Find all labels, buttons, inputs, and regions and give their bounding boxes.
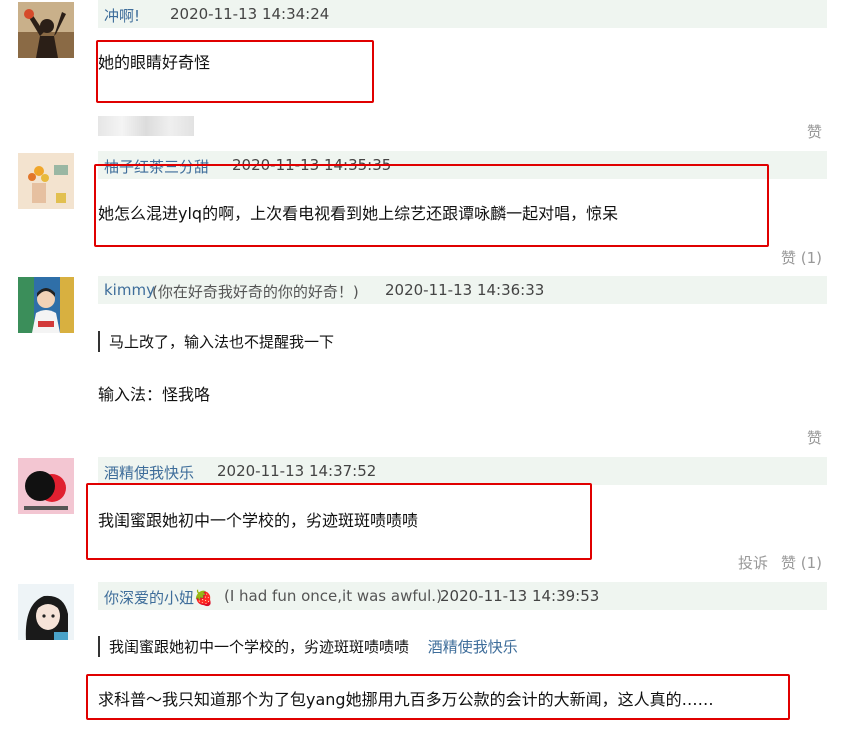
like-button[interactable]: 赞 xyxy=(807,121,822,142)
report-button[interactable]: 投诉 xyxy=(738,552,768,573)
comment-header: 酒精使我快乐 2020-11-13 14:37:52 xyxy=(98,457,827,485)
quote-text: 马上改了，输入法也不提醒我一下 xyxy=(109,333,335,351)
quote-text: 我闺蜜跟她初中一个学校的，劣迹斑斑啧啧啧 xyxy=(109,638,410,656)
comment-header: 你深爱的小妞🍓 (I had fun once,it was awful.) 2… xyxy=(98,582,827,610)
highlight-box xyxy=(86,483,592,560)
avatar[interactable] xyxy=(18,277,74,333)
timestamp: 2020-11-13 14:34:24 xyxy=(170,5,330,23)
avatar[interactable] xyxy=(18,458,74,514)
highlight-box xyxy=(86,674,790,720)
blurred-content xyxy=(98,116,194,136)
avatar[interactable] xyxy=(18,153,74,209)
like-button[interactable]: 赞 (1) xyxy=(781,247,822,268)
username-link[interactable]: kimmy xyxy=(104,281,155,299)
comment-text: 输入法：怪我咯 xyxy=(98,385,211,404)
timestamp: 2020-11-13 14:37:52 xyxy=(217,462,377,480)
user-signature: (I had fun once,it was awful.) xyxy=(224,587,442,605)
quote-author-link[interactable]: 酒精使我快乐 xyxy=(428,638,518,656)
highlight-box xyxy=(96,40,374,103)
like-button[interactable]: 赞 (1) xyxy=(781,552,822,573)
user-signature: (你在好奇我好奇的你的好奇！) xyxy=(152,283,359,301)
avatar[interactable] xyxy=(18,2,74,58)
quoted-reply: 马上改了，输入法也不提醒我一下 xyxy=(98,331,334,352)
comment-header: 冲啊! 2020-11-13 14:34:24 xyxy=(98,0,827,28)
username-link[interactable]: 冲啊! xyxy=(104,5,140,26)
username-link[interactable]: 你深爱的小妞🍓 xyxy=(104,587,213,608)
username-link[interactable]: 酒精使我快乐 xyxy=(104,462,194,483)
timestamp: 2020-11-13 14:36:33 xyxy=(385,281,545,299)
highlight-box xyxy=(94,164,769,247)
timestamp: 2020-11-13 14:39:53 xyxy=(440,587,600,605)
like-button[interactable]: 赞 xyxy=(807,427,822,448)
comment-header: kimmy (你在好奇我好奇的你的好奇！) 2020-11-13 14:36:3… xyxy=(98,276,827,304)
quoted-reply: 我闺蜜跟她初中一个学校的，劣迹斑斑啧啧啧 酒精使我快乐 xyxy=(98,636,518,657)
avatar[interactable] xyxy=(18,584,74,640)
